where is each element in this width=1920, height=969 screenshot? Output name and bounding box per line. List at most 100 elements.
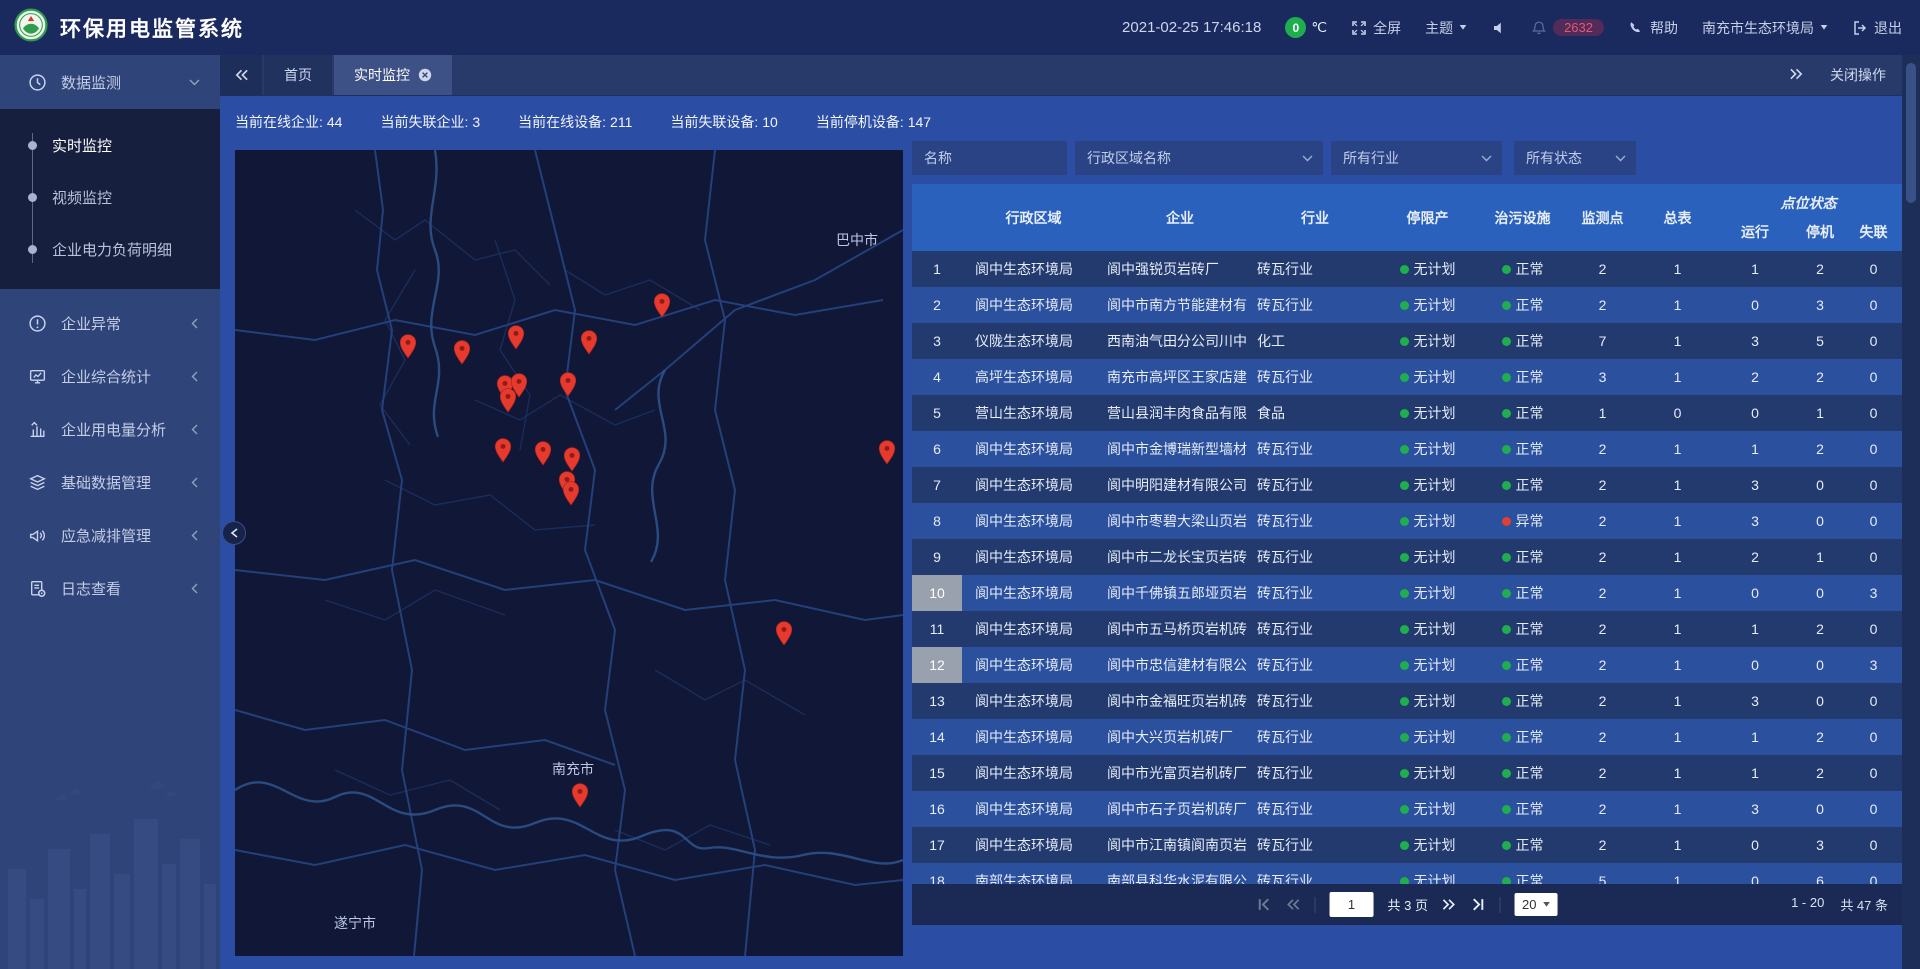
table-row[interactable]: 7阆中生态环境局阆中明阳建材有限公司砖瓦行业无计划正常21300 <box>912 467 1902 503</box>
status-dot-icon <box>1400 697 1409 706</box>
sidebar-menu: 数据监测实时监控视频监控企业电力负荷明细企业异常企业综合统计企业用电量分析基础数… <box>0 55 220 615</box>
table-row[interactable]: 3仪陇生态环境局西南油气田分公司川中化工无计划正常71350 <box>912 323 1902 359</box>
cell-lost: 0 <box>1845 467 1902 503</box>
tab-realtime-monitor[interactable]: 实时监控 <box>334 55 452 95</box>
sidebar-item-alert[interactable]: 企业异常 <box>0 297 220 350</box>
logout-button[interactable]: 退出 <box>1852 18 1902 38</box>
map-pin-icon[interactable] <box>454 341 470 364</box>
cell-limit-status: 无计划 <box>1375 467 1480 503</box>
row-index: 6 <box>912 431 962 467</box>
sound-button[interactable] <box>1491 20 1507 36</box>
sidebar-item-megaphone[interactable]: 应急减排管理 <box>0 509 220 562</box>
table-row[interactable]: 18南部生态环境局南部县科华水泥有限公砖瓦行业无计划正常51060 <box>912 863 1902 884</box>
status-dot-icon <box>1400 877 1409 885</box>
cell-region: 阆中生态环境局 <box>962 611 1105 647</box>
map-pin-icon[interactable] <box>654 294 670 317</box>
map-pin-icon[interactable] <box>560 373 576 396</box>
table-row[interactable]: 16阆中生态环境局阆中市石子页岩机砖厂砖瓦行业无计划正常21300 <box>912 791 1902 827</box>
table-row[interactable]: 4高坪生态环境局南充市高坪区王家店建砖瓦行业无计划正常31220 <box>912 359 1902 395</box>
notifications[interactable]: 2632 <box>1531 19 1604 36</box>
table-row[interactable]: 14阆中生态环境局阆中大兴页岩机砖厂砖瓦行业无计划正常21120 <box>912 719 1902 755</box>
cell-stop: 2 <box>1795 755 1845 791</box>
cell-meters: 1 <box>1640 431 1715 467</box>
table-row[interactable]: 6阆中生态环境局阆中市金博瑞新型墙材砖瓦行业无计划正常21120 <box>912 431 1902 467</box>
prev-page-button[interactable] <box>1286 898 1301 911</box>
table-row[interactable]: 10阆中生态环境局阆中千佛镇五郎垭页岩砖瓦行业无计划正常21003 <box>912 575 1902 611</box>
status-filter-select[interactable]: 所有状态 <box>1514 141 1636 175</box>
chevron-down-icon <box>1615 155 1626 162</box>
caret-down-icon <box>1459 25 1467 30</box>
cell-industry: 砖瓦行业 <box>1255 863 1375 884</box>
sidebar-item-chart[interactable]: 企业用电量分析 <box>0 403 220 456</box>
row-index: 16 <box>912 791 962 827</box>
organization-dropdown[interactable]: 南充市生态环境局 <box>1702 18 1828 38</box>
cell-run: 3 <box>1715 503 1795 539</box>
sidebar-item-layers[interactable]: 基础数据管理 <box>0 456 220 509</box>
sidebar-item-stats[interactable]: 企业综合统计 <box>0 350 220 403</box>
last-page-button[interactable] <box>1471 898 1486 911</box>
cell-facility-status: 正常 <box>1480 467 1565 503</box>
row-index: 8 <box>912 503 962 539</box>
status-item: 当前在线企业:44 <box>235 112 342 132</box>
map-pin-icon[interactable] <box>564 448 580 471</box>
map-pin-icon[interactable] <box>535 442 551 465</box>
table-row[interactable]: 12阆中生态环境局阆中市忠信建材有限公砖瓦行业无计划正常21003 <box>912 647 1902 683</box>
map-canvas[interactable]: 巴中市南充市遂宁市 <box>235 150 903 956</box>
map-pin-icon[interactable] <box>508 326 524 349</box>
first-page-button[interactable] <box>1257 898 1272 911</box>
cell-run: 0 <box>1715 647 1795 683</box>
region-filter-select[interactable]: 行政区域名称 <box>1075 141 1323 175</box>
sidebar-item-log[interactable]: 日志查看 <box>0 562 220 615</box>
status-dot-icon <box>1502 265 1511 274</box>
scrollbar-thumb[interactable] <box>1906 63 1916 203</box>
help-button[interactable]: 帮助 <box>1628 18 1678 38</box>
cell-meters: 1 <box>1640 719 1715 755</box>
table-row[interactable]: 1阆中生态环境局阆中强锐页岩砖厂砖瓦行业无计划正常21120 <box>912 251 1902 287</box>
speaker-icon <box>1491 20 1507 36</box>
tab-home[interactable]: 首页 <box>264 55 332 95</box>
table-row[interactable]: 11阆中生态环境局阆中市五马桥页岩机砖砖瓦行业无计划正常21120 <box>912 611 1902 647</box>
table-row[interactable]: 15阆中生态环境局阆中市光富页岩机砖厂砖瓦行业无计划正常21120 <box>912 755 1902 791</box>
table-row[interactable]: 9阆中生态环境局阆中市二龙长宝页岩砖砖瓦行业无计划正常21210 <box>912 539 1902 575</box>
row-index: 7 <box>912 467 962 503</box>
tab-close-icon[interactable] <box>418 68 432 82</box>
map-pin-icon[interactable] <box>563 482 579 505</box>
close-operations-button[interactable]: 关闭操作 <box>1830 65 1886 85</box>
chevron-down-icon <box>1302 155 1313 162</box>
cell-limit-status: 无计划 <box>1375 539 1480 575</box>
cell-points: 7 <box>1565 323 1640 359</box>
map-pin-icon[interactable] <box>879 441 895 464</box>
theme-dropdown[interactable]: 主题 <box>1425 18 1467 38</box>
page-size-select[interactable]: 20 <box>1515 893 1557 916</box>
row-index: 3 <box>912 323 962 359</box>
sidebar-subitem[interactable]: 实时监控 <box>0 119 220 171</box>
panel-collapse-button[interactable] <box>222 521 246 545</box>
map-pin-icon[interactable] <box>581 331 597 354</box>
status-dot-icon <box>1400 445 1409 454</box>
industry-filter-select[interactable]: 所有行业 <box>1331 141 1502 175</box>
page-number-input[interactable] <box>1330 892 1374 917</box>
map-pin-icon[interactable] <box>776 622 792 645</box>
table-row[interactable]: 2阆中生态环境局阆中市南方节能建材有砖瓦行业无计划正常21030 <box>912 287 1902 323</box>
tabs-scroll-left-button[interactable] <box>220 55 262 95</box>
fullscreen-button[interactable]: 全屏 <box>1351 18 1401 38</box>
cell-stop: 1 <box>1795 395 1845 431</box>
table-row[interactable]: 13阆中生态环境局阆中市金福旺页岩机砖砖瓦行业无计划正常21300 <box>912 683 1902 719</box>
sidebar-subitem[interactable]: 企业电力负荷明细 <box>0 223 220 275</box>
tabs-scroll-right-button[interactable] <box>1789 67 1804 83</box>
table-row[interactable]: 17阆中生态环境局阆中市江南镇阆南页岩砖瓦行业无计划正常21030 <box>912 827 1902 863</box>
divider <box>1500 897 1501 913</box>
sidebar-subitem[interactable]: 视频监控 <box>0 171 220 223</box>
cell-points: 2 <box>1565 251 1640 287</box>
status-item: 当前失联设备:10 <box>670 112 777 132</box>
table-row[interactable]: 8阆中生态环境局阆中市枣碧大梁山页岩砖瓦行业无计划异常21300 <box>912 503 1902 539</box>
sidebar-item-monitor[interactable]: 数据监测 <box>0 55 220 109</box>
table-row[interactable]: 5营山生态环境局营山县润丰肉食品有限食品无计划正常10010 <box>912 395 1902 431</box>
name-filter-input[interactable] <box>912 141 1067 175</box>
map-pin-icon[interactable] <box>500 389 516 412</box>
map-pin-icon[interactable] <box>495 439 511 462</box>
cell-region: 营山生态环境局 <box>962 395 1105 431</box>
page-scrollbar[interactable] <box>1902 55 1920 969</box>
next-page-button[interactable] <box>1442 898 1457 911</box>
map-pin-icon[interactable] <box>572 784 588 807</box>
